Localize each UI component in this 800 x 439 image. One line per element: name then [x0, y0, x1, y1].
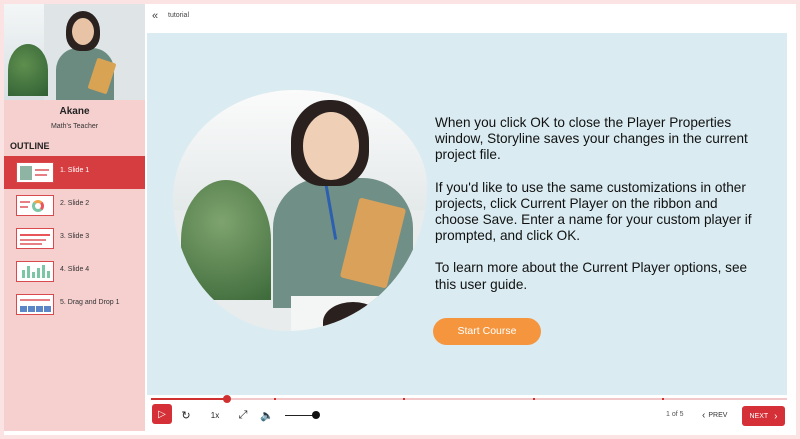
slide-canvas: When you click OK to close the Player Pr… — [147, 33, 787, 395]
progress-tick — [274, 398, 276, 400]
fullscreen-button[interactable]: ⤢ — [236, 404, 250, 426]
slide-text: When you click OK to close the Player Pr… — [435, 115, 753, 309]
play-button[interactable]: ▷ — [152, 404, 172, 424]
volume-button[interactable]: 🔈 — [260, 404, 274, 426]
prev-label: PREV — [708, 411, 728, 419]
slide-paragraph-3: To learn more about the Current Player o… — [435, 260, 748, 292]
progress-fill — [151, 398, 228, 400]
slide-paragraph-2: If you'd like to use the same customizat… — [435, 179, 752, 244]
presenter-name: Akane — [59, 106, 90, 117]
start-course-button[interactable]: Start Course — [433, 318, 541, 345]
outline-list: 1. Slide 1 2. Slide 2 3. Slide 3 4. Slid… — [4, 156, 145, 321]
slide-1-thumbnail — [16, 162, 54, 183]
slide-3-thumbnail — [16, 228, 54, 249]
page-count: 1 of 5 — [666, 411, 684, 418]
expand-icon: ⤢ — [238, 408, 248, 421]
prev-button[interactable]: ‹ PREV — [702, 407, 727, 423]
speaker-icon: 🔈 — [260, 409, 274, 422]
replay-icon: ↻ — [181, 409, 191, 422]
topbar-label: tutorial — [168, 12, 190, 19]
outline-item-label: 1. Slide 1 — [60, 167, 90, 174]
chevron-left-icon: ‹ — [702, 409, 706, 421]
next-button[interactable]: NEXT › — [742, 406, 785, 426]
volume-slider-knob[interactable] — [312, 411, 320, 419]
playback-speed-button[interactable]: 1x — [207, 404, 223, 426]
slide-2-thumbnail — [16, 195, 54, 216]
outline-item-drag-and-drop-1[interactable]: 5. Drag and Drop 1 — [4, 288, 145, 321]
outline-item-label: 2. Slide 2 — [60, 200, 90, 207]
double-chevron-left-icon[interactable]: « — [152, 10, 158, 22]
outline-item-slide-4[interactable]: 4. Slide 4 — [4, 255, 145, 288]
next-label: NEXT — [749, 412, 769, 420]
outline-item-slide-3[interactable]: 3. Slide 3 — [4, 222, 145, 255]
replay-button[interactable]: ↻ — [179, 404, 193, 426]
outline-item-slide-2[interactable]: 2. Slide 2 — [4, 189, 145, 222]
progress-tick — [662, 398, 664, 400]
progress-tick — [533, 398, 535, 400]
presenter-blob-image — [173, 90, 427, 331]
sidebar: Akane Math's Teacher OUTLINE 1. Slide 1 … — [4, 4, 145, 431]
chevron-right-icon: › — [774, 410, 778, 422]
outline-item-label: 5. Drag and Drop 1 — [60, 299, 120, 306]
play-icon: ▷ — [158, 408, 166, 420]
presenter-photo — [4, 4, 145, 100]
outline-item-slide-1[interactable]: 1. Slide 1 — [4, 156, 145, 189]
outline-item-label: 4. Slide 4 — [60, 266, 90, 273]
progress-tick — [403, 398, 405, 400]
presenter-title: Math's Teacher — [50, 123, 99, 130]
slide-4-thumbnail — [16, 261, 54, 282]
slide-5-thumbnail — [16, 294, 54, 315]
slide-paragraph-1: When you click OK to close the Player Pr… — [435, 115, 748, 163]
progress-bar[interactable] — [151, 395, 787, 403]
outline-title: OUTLINE — [10, 141, 50, 151]
outline-item-label: 3. Slide 3 — [60, 233, 90, 240]
